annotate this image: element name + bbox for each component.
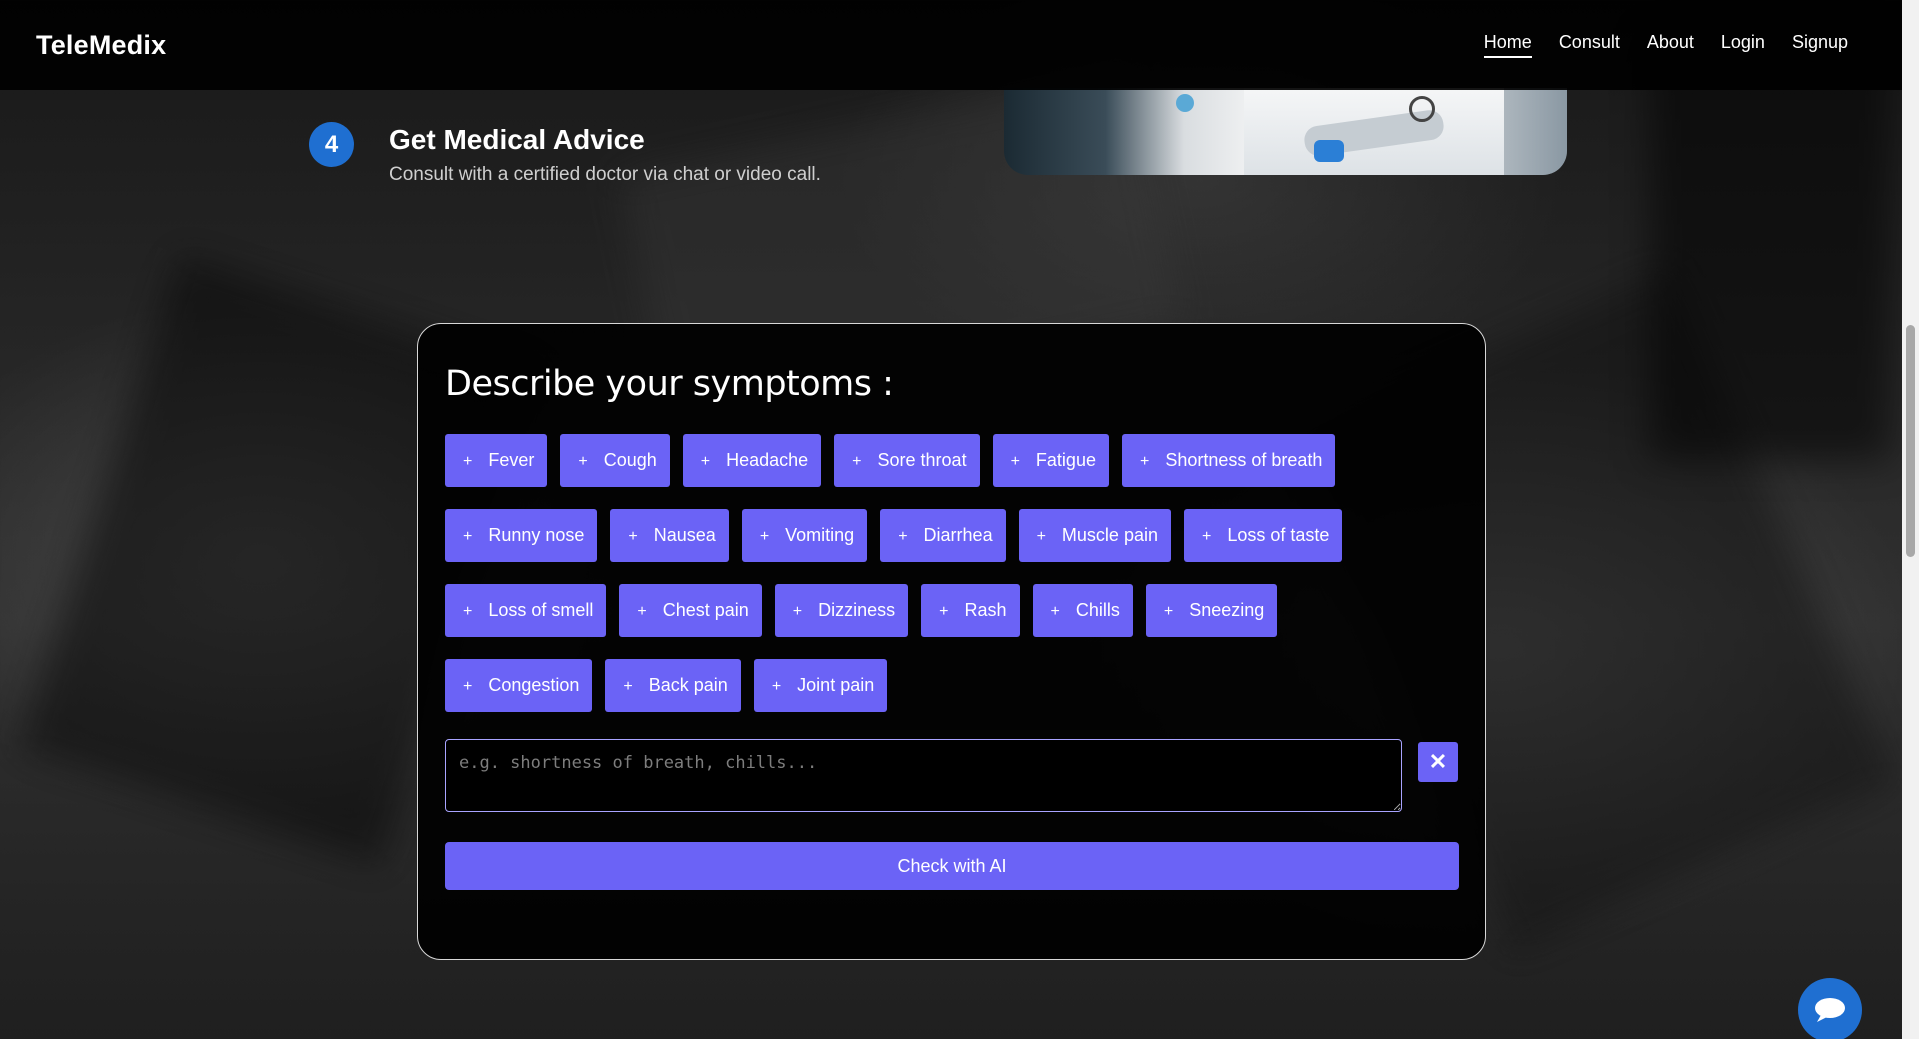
symptom-chip-chest-pain[interactable]: + Chest pain [619, 584, 762, 637]
symptom-chip-label: Diarrhea [923, 525, 993, 545]
step-description: Consult with a certified doctor via chat… [389, 164, 821, 185]
stethoscope-icon [1409, 96, 1435, 122]
symptom-chip-row: + Loss of smell + Chest pain + Dizziness + Rash… [445, 584, 1458, 637]
symptom-chip-label: Loss of smell [488, 600, 594, 620]
symptom-chip-label: Loss of taste [1227, 525, 1330, 545]
symptom-chip-sneezing[interactable]: + Sneezing [1145, 584, 1278, 637]
scrollbar[interactable] [1902, 0, 1919, 1039]
symptom-chip-dizziness[interactable]: + Dizziness [774, 584, 909, 637]
symptom-chip-runny-nose[interactable]: + Runny nose [445, 509, 598, 562]
chat-bubble-icon [1815, 998, 1845, 1022]
symptom-chip-label: Dizziness [818, 600, 896, 620]
symptom-chip-label: Chest pain [662, 600, 749, 620]
plus-icon: + [1010, 453, 1020, 470]
plus-icon: + [623, 678, 633, 695]
symptom-chip-sore-throat[interactable]: + Sore throat [834, 434, 980, 487]
close-icon: ✕ [1428, 749, 1448, 774]
symptom-input[interactable] [445, 739, 1403, 812]
symptom-chip-nausea[interactable]: + Nausea [610, 509, 729, 562]
plus-icon: + [578, 453, 588, 470]
scrollbar-thumb[interactable] [1906, 325, 1915, 557]
symptom-chip-row: + Fever + Cough + Headache + Sore throat + Fatigu… [445, 434, 1458, 487]
plus-icon: + [1050, 603, 1060, 620]
symptom-chip-label: Sneezing [1189, 600, 1265, 620]
plus-icon: + [463, 678, 473, 695]
navbar: TeleMedix Home Consult About Login Signu… [0, 0, 1902, 90]
symptom-chip-fever[interactable]: + Fever [445, 434, 548, 487]
plus-icon: + [792, 603, 803, 620]
symptom-chip-vomiting[interactable]: + Vomiting [741, 509, 868, 562]
symptom-chip-label: Fever [488, 450, 535, 470]
symptom-chip-loss-of-smell[interactable]: + Loss of smell [445, 584, 607, 637]
plus-icon: + [1201, 528, 1212, 545]
symptom-chip-row: + Congestion + Back pain + Joint pain [445, 659, 1458, 712]
brand-logo[interactable]: TeleMedix [36, 30, 166, 61]
symptom-chip-label: Shortness of breath [1165, 450, 1323, 470]
symptom-chip-label: Sore throat [877, 450, 967, 470]
symptom-chip-label: Vomiting [785, 525, 855, 545]
symptom-chip-label: Muscle pain [1061, 525, 1158, 545]
symptom-chip-label: Rash [964, 600, 1007, 620]
doctor-glove [1314, 140, 1344, 162]
symptom-chip-fatigue[interactable]: + Fatigue [992, 434, 1109, 487]
background-shape [1650, 40, 1890, 460]
plus-icon: + [1163, 603, 1174, 620]
plus-icon: + [898, 528, 908, 545]
plus-icon: + [463, 453, 473, 470]
step-4: 4 Get Medical Advice Consult with a cert… [309, 122, 821, 186]
symptom-chip-label: Congestion [488, 675, 580, 695]
plus-icon: + [463, 603, 473, 620]
chat-button[interactable] [1798, 978, 1862, 1039]
symptom-chip-row: + Runny nose + Nausea + Vomiting + Diarrhea + Mus… [445, 509, 1458, 562]
symptom-chip-label: Back pain [648, 675, 728, 695]
step-title: Get Medical Advice [389, 124, 645, 155]
symptom-chip-headache[interactable]: + Headache [682, 434, 822, 487]
symptom-chip-shortness-of-breath[interactable]: + Shortness of breath [1121, 434, 1336, 487]
symptom-chip-label: Headache [726, 450, 809, 470]
nav-links: Home Consult About Login Signup [1483, 32, 1848, 58]
doctor-robot-image [1004, 88, 1567, 175]
plus-icon: + [628, 528, 638, 545]
symptom-chip-label: Fatigue [1035, 450, 1096, 470]
plus-icon: + [771, 678, 782, 695]
robot-eye [1176, 94, 1194, 112]
symptom-chip-joint-pain[interactable]: + Joint pain [753, 659, 888, 712]
check-with-ai-button[interactable]: Check with AI [445, 842, 1459, 890]
nav-link-consult[interactable]: Consult [1559, 32, 1620, 58]
plus-icon: + [939, 603, 949, 620]
symptom-chip-label: Nausea [653, 525, 716, 545]
symptom-chip-rash[interactable]: + Rash [921, 584, 1020, 637]
symptom-chip-label: Joint pain [797, 675, 875, 695]
symptom-chip-list: + Fever + Cough + Headache + Sore throat + Fatigu… [445, 434, 1458, 712]
symptom-chip-label: Chills [1075, 600, 1120, 620]
nav-link-signup[interactable]: Signup [1792, 32, 1848, 58]
symptom-chip-muscle-pain[interactable]: + Muscle pain [1018, 509, 1171, 562]
plus-icon: + [759, 528, 770, 545]
symptom-chip-diarrhea[interactable]: + Diarrhea [880, 509, 1006, 562]
clear-button[interactable]: ✕ [1418, 742, 1458, 782]
nav-link-home[interactable]: Home [1483, 32, 1532, 58]
symptom-input-row: ✕ [445, 739, 1458, 812]
symptom-chip-chills[interactable]: + Chills [1032, 584, 1133, 637]
plus-icon: + [1139, 453, 1150, 470]
plus-icon: + [1036, 528, 1046, 545]
symptom-chip-label: Cough [603, 450, 657, 470]
plus-icon: + [852, 453, 862, 470]
symptom-chip-label: Runny nose [488, 525, 585, 545]
nav-link-login[interactable]: Login [1721, 32, 1765, 58]
symptom-chip-congestion[interactable]: + Congestion [445, 659, 593, 712]
plus-icon: + [463, 528, 473, 545]
nav-link-about[interactable]: About [1647, 32, 1694, 58]
symptom-chip-loss-of-taste[interactable]: + Loss of taste [1183, 509, 1343, 562]
symptom-checker-card: Describe your symptoms : + Fever + Cough + He… [417, 323, 1486, 960]
plus-icon: + [700, 453, 711, 470]
symptom-chip-back-pain[interactable]: + Back pain [605, 659, 741, 712]
symptom-checker-title: Describe your symptoms : [445, 364, 894, 404]
plus-icon: + [637, 603, 647, 620]
step-number-badge: 4 [309, 122, 354, 167]
step-text: Get Medical Advice Consult with a certif… [389, 122, 821, 186]
symptom-chip-cough[interactable]: + Cough [560, 434, 670, 487]
